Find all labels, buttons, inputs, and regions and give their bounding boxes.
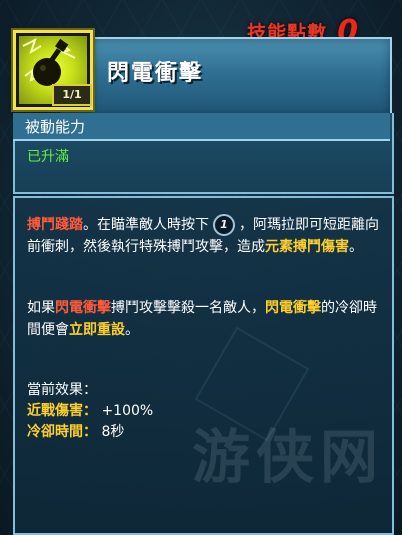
description-paragraph-1: 搏鬥踐踏。在瞄準敵人時按下 1 ，阿瑪拉即可短距離向前衝刺，然後執行特殊搏鬥攻擊，造… — [27, 214, 382, 258]
skill-status-label: 已升滿 — [27, 149, 69, 165]
current-effects-title: 當前效果： — [27, 382, 97, 398]
skill-title: 閃電衝擊 — [107, 61, 204, 86]
keyword-brawl-stomp: 搏鬥踐踏 — [27, 217, 83, 233]
desc-text: 。在瞄準敵人時按下 — [83, 217, 209, 233]
skill-type-bar: 被動能力 — [13, 113, 390, 141]
effect-row: 近戰傷害： +100% — [27, 400, 153, 420]
keyword-skill-name: 閃電衝擊 — [55, 300, 111, 316]
key-prompt-icon: 1 — [213, 214, 235, 236]
effect-value: 8秒 — [101, 424, 125, 440]
effect-name: 冷卻時間： — [27, 424, 97, 440]
effect-name: 近戰傷害： — [27, 403, 97, 419]
keyword-reset: 立即重設 — [69, 322, 125, 338]
watermark-logo: 游侠网 — [192, 423, 385, 491]
desc-text: 。 — [349, 239, 363, 255]
effect-row: 冷卻時間： 8秒 — [27, 421, 124, 441]
desc-text: 。 — [125, 322, 139, 338]
keyword-elemental-melee-damage: 元素搏鬥傷害 — [265, 239, 349, 255]
skill-rank-badge: 1/1 — [52, 84, 92, 106]
keyword-skill-name: 閃電衝擊 — [265, 300, 321, 316]
desc-text: 如果 — [27, 300, 55, 316]
effect-value: +100% — [101, 403, 154, 419]
description-paragraph-2: 如果閃電衝擊搏鬥攻擊擊殺一名敵人，閃電衝擊的冷卻時間便會立即重設。 — [27, 297, 382, 341]
skill-type-label: 被動能力 — [25, 118, 86, 136]
desc-text: 搏鬥攻擊擊殺一名敵人， — [111, 300, 265, 316]
